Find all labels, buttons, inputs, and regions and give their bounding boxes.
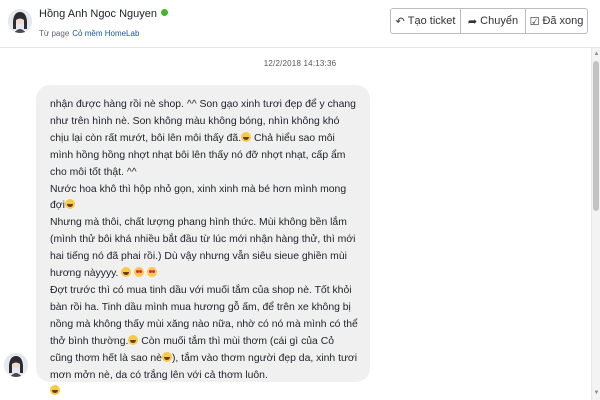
contact-name[interactable]: Hồng Anh Ngoc Nguyen bbox=[39, 8, 169, 20]
contact-avatar[interactable] bbox=[8, 9, 32, 33]
done-label: Đã xong bbox=[542, 15, 584, 27]
sender-avatar[interactable] bbox=[4, 353, 28, 377]
checkbox-check-icon: ☑ bbox=[529, 15, 540, 28]
scroll-up-arrow-icon[interactable]: ▲ bbox=[593, 51, 600, 58]
laughing-tears-emoji-icon bbox=[50, 385, 60, 396]
from-page-prefix: Từ page bbox=[39, 29, 70, 38]
laughing-tears-emoji-icon bbox=[64, 199, 75, 210]
laughing-tears-emoji-icon bbox=[128, 334, 139, 345]
message-text: nhận được hàng rồi nè shop. ^^ Son gạo x… bbox=[50, 97, 358, 400]
forward-button[interactable]: ➦ Chuyển bbox=[461, 9, 526, 33]
conversation-header: Hồng Anh Ngoc Nguyen Từ page Cỏ mềm HomeL… bbox=[0, 0, 600, 48]
scrollbar-thumb[interactable] bbox=[593, 61, 599, 211]
message-bubble: nhận được hàng rồi nè shop. ^^ Son gạo x… bbox=[36, 85, 370, 396]
vertical-scrollbar[interactable]: ▲ ▼ bbox=[591, 48, 600, 400]
reply-icon: ↶ bbox=[395, 15, 405, 28]
laughing-tears-emoji-icon bbox=[241, 131, 252, 142]
laughing-tears-emoji-icon bbox=[161, 351, 172, 362]
scroll-down-arrow-icon[interactable]: ▼ bbox=[593, 390, 600, 397]
contact-name-text: Hồng Anh Ngoc Nguyen bbox=[39, 8, 158, 20]
forward-icon: ➦ bbox=[467, 15, 478, 28]
done-button[interactable]: ☑ Đã xong bbox=[526, 9, 587, 33]
message-part: Nhưng mà thôi, chất lượng phang hình thứ… bbox=[50, 217, 356, 280]
forward-label: Chuyển bbox=[480, 15, 519, 27]
laughing-tears-emoji-icon bbox=[121, 267, 132, 278]
message-timestamp: 12/2/2018 14:13:36 bbox=[263, 59, 337, 68]
online-status-dot bbox=[161, 9, 169, 16]
heart-eyes-emoji-icon bbox=[134, 267, 145, 278]
create-ticket-button[interactable]: ↶ Tạo ticket bbox=[391, 9, 461, 33]
from-page-line: Từ page Cỏ mềm HomeLab bbox=[39, 29, 139, 38]
create-ticket-label: Tạo ticket bbox=[407, 15, 456, 27]
heart-eyes-emoji-icon bbox=[147, 267, 158, 278]
message-part: Chả hiểu sao môi mình hồng hồng nhợt nhạ… bbox=[50, 132, 347, 212]
page-name-link[interactable]: Cỏ mềm HomeLab bbox=[72, 29, 139, 38]
conversation-actions: ↶ Tạo ticket ➦ Chuyển ☑ Đã xong bbox=[390, 8, 588, 34]
